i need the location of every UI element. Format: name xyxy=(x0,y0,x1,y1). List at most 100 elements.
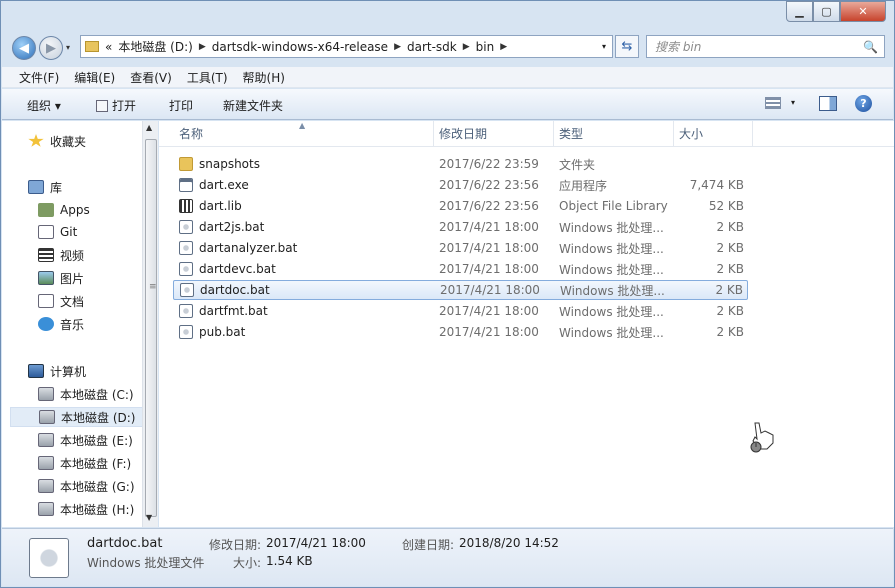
nav-drive-label: 本地磁盘 (E:) xyxy=(60,433,133,448)
file-modified: 2017/4/21 18:00 xyxy=(439,325,539,339)
preview-pane-icon[interactable] xyxy=(819,96,837,111)
drive-icon xyxy=(38,502,54,516)
history-dropdown-icon[interactable]: ▾ xyxy=(66,43,70,52)
file-row[interactable]: dart2js.bat 2017/4/21 18:00 Windows 批处理...… xyxy=(173,217,748,237)
address-separator-icon[interactable]: ▶ xyxy=(463,42,470,52)
address-segment-bin[interactable]: bin xyxy=(476,40,495,54)
file-row[interactable]: dartdoc.bat 2017/4/21 18:00 Windows 批处理...… xyxy=(173,280,748,300)
file-row[interactable]: dartdevc.bat 2017/4/21 18:00 Windows 批处理..… xyxy=(173,259,748,279)
nav-lib-apps[interactable]: Apps xyxy=(38,200,90,220)
view-dropdown-icon[interactable]: ▾ xyxy=(791,98,795,107)
address-separator-icon[interactable]: ▶ xyxy=(394,42,401,52)
nav-drive-h[interactable]: 本地磁盘 (H:) xyxy=(38,499,134,519)
file-list: 名称 修改日期 类型 大小 ▲ snapshots 2017/6/22 23:59… xyxy=(159,121,894,527)
address-segment-release[interactable]: dartsdk-windows-x64-release xyxy=(212,40,388,54)
address-segment-drive[interactable]: 本地磁盘 (D:) xyxy=(118,38,192,55)
close-button[interactable]: ✕ xyxy=(840,1,886,22)
nav-drive-label: 本地磁盘 (F:) xyxy=(60,456,132,471)
column-type[interactable]: 类型 xyxy=(553,121,674,147)
nav-drive-d[interactable]: 本地磁盘 (D:) xyxy=(10,407,142,427)
file-type: Windows 批处理... xyxy=(560,283,665,298)
nav-libraries[interactable]: 库 xyxy=(28,177,62,197)
star-icon xyxy=(28,134,44,147)
file-name: dart2js.bat xyxy=(199,220,265,234)
menu-help[interactable]: 帮助(H) xyxy=(243,69,285,86)
file-modified: 2017/4/21 18:00 xyxy=(439,262,539,276)
nav-favorites[interactable]: 收藏夹 xyxy=(28,131,86,151)
nav-drive-label: 本地磁盘 (D:) xyxy=(61,410,136,425)
nav-lib-git[interactable]: Git xyxy=(38,222,77,242)
explorer-window: ▁ ▢ ✕ ◀ ▶ ▾ « 本地磁盘 (D:) ▶ dartsdk-window… xyxy=(0,0,895,588)
nav-drive-g[interactable]: 本地磁盘 (G:) xyxy=(38,476,135,496)
file-row[interactable]: dartfmt.bat 2017/4/21 18:00 Windows 批处理...… xyxy=(173,301,748,321)
file-row[interactable]: pub.bat 2017/4/21 18:00 Windows 批处理... 2 KB xyxy=(173,322,748,342)
menu-tools[interactable]: 工具(T) xyxy=(187,69,228,86)
status-size-label: 大小: xyxy=(233,556,262,570)
menu-edit[interactable]: 编辑(E) xyxy=(74,69,115,86)
back-button[interactable]: ◀ xyxy=(12,36,36,60)
file-name: pub.bat xyxy=(199,325,246,339)
file-row[interactable]: dart.lib 2017/6/22 23:56 Object File Libra… xyxy=(173,196,748,216)
column-modified[interactable]: 修改日期 xyxy=(433,121,554,147)
file-name: dartdevc.bat xyxy=(199,262,276,276)
open-button[interactable]: 打开 xyxy=(96,97,136,114)
bat-file-icon xyxy=(179,241,193,255)
address-separator-icon[interactable]: ▶ xyxy=(500,42,507,52)
menu-view[interactable]: 查看(V) xyxy=(130,69,172,86)
file-row[interactable]: dartanalyzer.bat 2017/4/21 18:00 Windows 批… xyxy=(173,238,748,258)
address-segment-sdk[interactable]: dart-sdk xyxy=(407,40,457,54)
file-size: 2 KB xyxy=(716,304,744,318)
nav-drive-e[interactable]: 本地磁盘 (E:) xyxy=(38,430,133,450)
nav-lib-documents[interactable]: 文档 xyxy=(38,291,84,311)
address-bar[interactable]: « 本地磁盘 (D:) ▶ dartsdk-windows-x64-releas… xyxy=(80,35,613,58)
print-button[interactable]: 打印 xyxy=(169,97,193,114)
nav-drive-c[interactable]: 本地磁盘 (C:) xyxy=(38,384,134,404)
nav-lib-music[interactable]: 音乐 xyxy=(38,314,84,334)
file-row[interactable]: snapshots 2017/6/22 23:59 文件夹 xyxy=(173,154,748,174)
nav-computer[interactable]: 计算机 xyxy=(28,361,86,381)
new-folder-button[interactable]: 新建文件夹 xyxy=(223,97,283,114)
minimize-button[interactable]: ▁ xyxy=(786,1,813,22)
scroll-down-icon[interactable]: ▼ xyxy=(146,513,152,522)
maximize-button[interactable]: ▢ xyxy=(813,1,840,22)
view-options-icon[interactable] xyxy=(765,97,781,109)
drive-icon xyxy=(38,479,54,493)
nav-lib-video[interactable]: 视频 xyxy=(38,245,84,265)
help-icon[interactable]: ? xyxy=(855,95,872,112)
address-dropdown-icon[interactable]: ▾ xyxy=(602,42,606,51)
file-modified: 2017/4/21 18:00 xyxy=(439,304,539,318)
file-row[interactable]: dart.exe 2017/6/22 23:56 应用程序 7,474 KB xyxy=(173,175,748,195)
batch-file-icon xyxy=(29,538,69,578)
nav-scrollbar[interactable]: ▲ ≡ ▼ xyxy=(142,121,158,527)
nav-lib-label: 图片 xyxy=(60,271,85,286)
status-filetype: Windows 批处理文件 xyxy=(87,556,205,570)
nav-drive-label: 本地磁盘 (H:) xyxy=(60,502,135,517)
nav-lib-label: 音乐 xyxy=(60,317,85,332)
scrollbar-thumb[interactable]: ≡ xyxy=(145,139,157,517)
file-size: 2 KB xyxy=(716,325,744,339)
address-overflow[interactable]: « xyxy=(105,40,112,54)
organize-label: 组织 ▾ xyxy=(27,99,61,113)
bat-file-icon xyxy=(179,220,193,234)
menu-bar: 文件(F) 编辑(E) 查看(V) 工具(T) 帮助(H) xyxy=(2,67,893,88)
nav-lib-pictures[interactable]: 图片 xyxy=(38,268,84,288)
column-size[interactable]: 大小 xyxy=(673,121,753,147)
exe-file-icon xyxy=(179,178,193,192)
nav-drive-label: 本地磁盘 (G:) xyxy=(60,479,135,494)
grip-icon: ≡ xyxy=(149,282,157,292)
refresh-button[interactable]: ⇆ xyxy=(615,35,639,58)
nav-lib-label: 视频 xyxy=(60,248,85,263)
file-type: Windows 批处理... xyxy=(559,325,664,340)
search-input[interactable]: 搜索 bin 🔍 xyxy=(646,35,885,58)
print-label: 打印 xyxy=(169,99,194,113)
organize-button[interactable]: 组织 ▾ xyxy=(27,97,61,114)
address-separator-icon[interactable]: ▶ xyxy=(199,42,206,52)
bat-file-icon xyxy=(179,304,193,318)
forward-button[interactable]: ▶ xyxy=(39,36,63,60)
open-icon xyxy=(96,99,108,112)
scroll-up-icon[interactable]: ▲ xyxy=(146,123,152,132)
nav-drive-f[interactable]: 本地磁盘 (F:) xyxy=(38,453,131,473)
search-icon[interactable]: 🔍 xyxy=(863,40,878,54)
file-size: 2 KB xyxy=(716,241,744,255)
menu-file[interactable]: 文件(F) xyxy=(19,69,59,86)
